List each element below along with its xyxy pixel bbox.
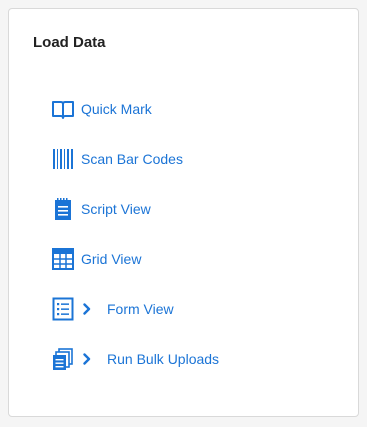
grid-icon bbox=[51, 247, 75, 271]
menu-item-grid-view[interactable]: Grid View bbox=[51, 246, 219, 272]
script-icon bbox=[51, 197, 75, 221]
form-icon bbox=[51, 297, 75, 321]
menu-item-label: Run Bulk Uploads bbox=[107, 351, 220, 367]
menu-item-label: Scan Bar Codes bbox=[81, 151, 183, 167]
menu-item-run-bulk-uploads[interactable]: Run Bulk Uploads bbox=[51, 346, 219, 372]
load-data-menu: Quick Mark Scan Bar Codes Script View Gr… bbox=[51, 96, 219, 396]
bulk-upload-icon bbox=[51, 347, 75, 371]
menu-item-script-view[interactable]: Script View bbox=[51, 196, 219, 222]
menu-item-quick-mark[interactable]: Quick Mark bbox=[51, 96, 219, 122]
menu-item-label: Script View bbox=[81, 201, 151, 217]
menu-item-label: Form View bbox=[107, 301, 174, 317]
barcode-icon bbox=[51, 147, 75, 171]
menu-item-label: Quick Mark bbox=[81, 101, 152, 117]
menu-item-scan-bar-codes[interactable]: Scan Bar Codes bbox=[51, 146, 219, 172]
menu-item-label: Grid View bbox=[81, 251, 142, 267]
menu-item-form-view[interactable]: Form View bbox=[51, 296, 219, 322]
load-data-card: Load Data Quick Mark Scan Bar Codes Scri… bbox=[8, 8, 359, 417]
card-title: Load Data bbox=[33, 34, 106, 51]
chevron-right-icon[interactable] bbox=[81, 302, 93, 316]
book-icon bbox=[51, 97, 75, 121]
chevron-right-icon[interactable] bbox=[81, 352, 93, 366]
